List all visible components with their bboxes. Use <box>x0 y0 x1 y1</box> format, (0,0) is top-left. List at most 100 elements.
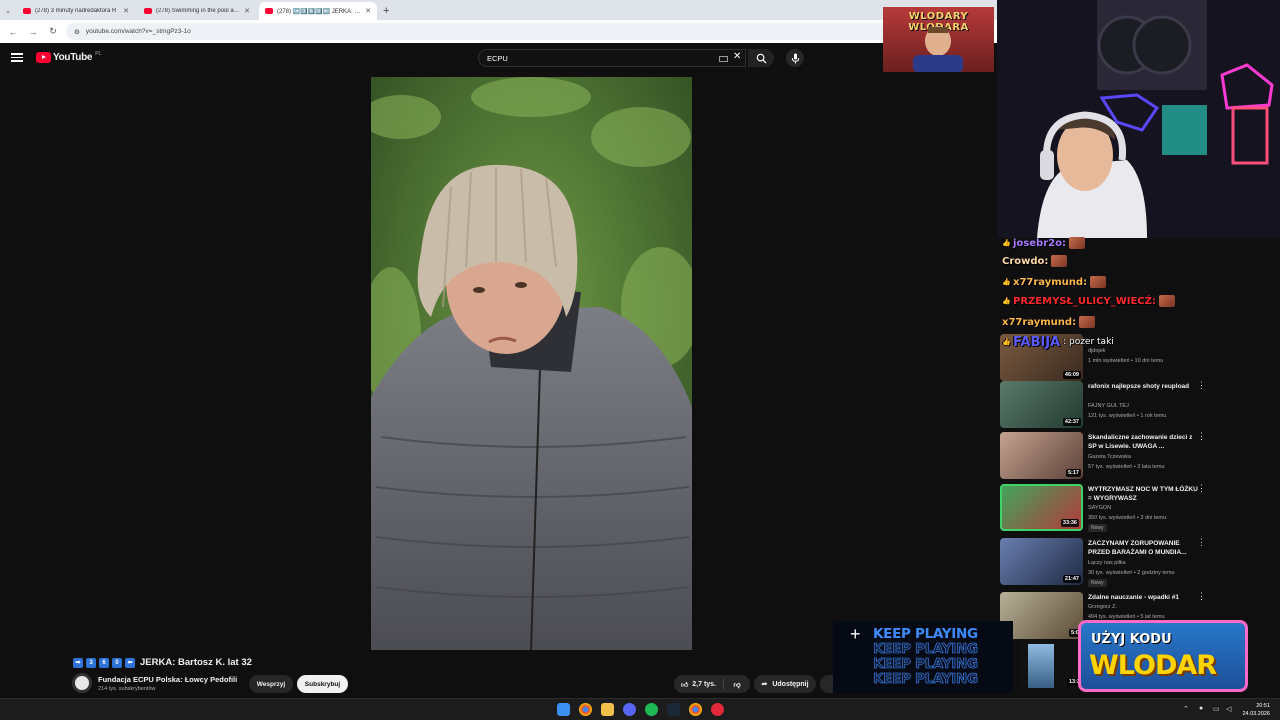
chat-emote <box>1068 237 1085 249</box>
more-options-icon[interactable]: ⋮ <box>1197 381 1206 390</box>
network-icon[interactable]: ▭ <box>1213 705 1220 713</box>
new-tab-icon[interactable]: + <box>383 2 389 20</box>
chat-username: x77raymund: <box>1013 276 1088 288</box>
microphone-tray-icon[interactable]: ● <box>1199 705 1203 712</box>
chat-message-text: : pozer taki <box>1063 337 1114 347</box>
youtube-favicon-icon <box>23 8 31 14</box>
site-info-icon[interactable]: ⚙ <box>74 28 80 36</box>
search-input[interactable]: ECPU <box>478 49 746 67</box>
recommendation-channel[interactable]: Łączy nas piłka <box>1088 560 1126 566</box>
reload-icon[interactable]: ↻ <box>46 26 60 37</box>
recommendation-item[interactable]: 42:37 rafonix najlepsze shoty reupload F… <box>1000 381 1277 431</box>
chrome-profile-icon[interactable] <box>689 703 702 716</box>
keep-playing-text: KEEP PLAYING <box>873 671 979 687</box>
steam-icon[interactable] <box>667 703 680 716</box>
youtube-logo[interactable]: YouTube PL <box>36 51 101 63</box>
support-button[interactable]: Wesprzyj <box>249 675 293 693</box>
video-frame <box>371 77 692 650</box>
browser-tab-title: (278) Swimming in the pool afte <box>156 8 241 14</box>
back-arrow-icon[interactable]: ← <box>6 27 20 37</box>
recommendation-title[interactable]: Skandaliczne zachowanie dzieci z SP w Li… <box>1088 433 1200 451</box>
youtube-wordmark: YouTube <box>53 52 93 63</box>
video-player[interactable] <box>371 77 692 650</box>
digit-keycap: 3 <box>86 657 96 668</box>
browser-tab-title: (278) 3 minuty nadredaktora R <box>35 8 117 14</box>
recommendation-channel[interactable]: Grzegorz Z. <box>1088 604 1117 610</box>
tab-search-icon[interactable]: ⌄ <box>2 2 14 20</box>
close-tab-icon[interactable]: ✕ <box>123 7 129 15</box>
dislike-button[interactable]: 👎︎ <box>724 680 750 689</box>
chat-message: Crowdo: <box>1002 254 1068 268</box>
more-options-icon[interactable]: ⋮ <box>1197 592 1206 601</box>
digit-keycap: 6 <box>99 657 109 668</box>
windows-taskbar: ⌃ ● ▭ ◁ 20:51 24.03.2026 <box>0 698 1280 720</box>
promo-code-label: UŻYJ KODU <box>1091 632 1172 647</box>
like-count: 2,7 tys. <box>692 680 717 688</box>
thumbs-up-badge-icon: 👍 <box>1002 338 1011 346</box>
more-options-icon[interactable]: ⋮ <box>1197 538 1206 547</box>
address-bar-url: youtube.com/watch?v=_stmgPz3-1o <box>85 28 191 35</box>
close-tab-icon[interactable]: ✕ <box>365 7 371 15</box>
forward-arrow-icon[interactable]: → <box>26 27 40 37</box>
chat-username: josebr2o: <box>1013 237 1066 249</box>
like-button[interactable]: 👍︎ 2,7 tys. <box>674 678 724 690</box>
recommendation-title[interactable]: Zdalne nauczanie - wpadki #1 <box>1088 593 1200 602</box>
system-clock[interactable]: 20:51 24.03.2026 <box>1242 702 1270 718</box>
more-options-icon[interactable]: ⋮ <box>1197 484 1206 493</box>
video-title-text: JERKA: Bartosz K. lat 32 <box>140 657 252 668</box>
chat-username: Crowdo: <box>1002 255 1049 267</box>
recommendation-thumbnail[interactable]: 33:36 <box>1000 484 1083 531</box>
hamburger-menu-icon[interactable] <box>11 51 23 63</box>
channel-name[interactable]: Fundacja ECPU Polska: Łowcy Pedofili <box>98 675 237 684</box>
thumbs-up-badge-icon: 👍 <box>1002 278 1011 286</box>
arrow-right-keycap-icon: ➡ <box>73 657 83 668</box>
recommendation-item[interactable]: 21:47 ZACZYNAMY ZGRUPOWANIE PRZED BARAŻA… <box>1000 538 1277 588</box>
like-dislike-bar: 👍︎ 2,7 tys. 👎︎ <box>674 675 750 693</box>
share-button[interactable]: ➦ Udostępnij <box>754 675 816 693</box>
recommendation-item[interactable]: 33:36 WYTRZYMASZ NOC W TYM ŁÓŻKU = WYGRY… <box>1000 484 1277 534</box>
youtube-favicon-icon <box>144 8 152 14</box>
spotify-icon[interactable] <box>645 703 658 716</box>
keyboard-icon[interactable] <box>719 56 728 62</box>
chat-message: 👍 PRZEMYSŁ_ULICY_WIECŹ: <box>1002 294 1175 308</box>
file-explorer-icon[interactable] <box>601 703 614 716</box>
volume-icon[interactable]: ◁ <box>1226 705 1231 713</box>
promo-code-banner: UŻYJ KODU WLODAR <box>1078 620 1248 692</box>
search-button[interactable] <box>748 49 774 67</box>
webcam-frame <box>997 0 1280 238</box>
subscribe-button[interactable]: Subskrybuj <box>297 675 348 693</box>
recommendation-thumbnail[interactable]: 21:47 <box>1000 538 1083 585</box>
discord-icon[interactable] <box>623 703 636 716</box>
new-badge: Nowy <box>1088 524 1107 532</box>
video-duration: 42:37 <box>1062 418 1081 426</box>
plus-icon: + <box>850 624 861 644</box>
recommendation-title[interactable]: ZACZYNAMY ZGRUPOWANIE PRZED BARAŻAMI O M… <box>1088 539 1200 557</box>
recommendation-channel[interactable]: SAYGON <box>1088 505 1111 511</box>
more-options-icon[interactable]: ⋮ <box>1197 432 1206 441</box>
tray-expand-icon[interactable]: ⌃ <box>1183 705 1189 713</box>
recommendation-item[interactable]: 5:17 Skandaliczne zachowanie dzieci z SP… <box>1000 432 1277 482</box>
video-duration: 5:17 <box>1065 469 1081 477</box>
recommendation-thumbnail[interactable]: 5:17 <box>1000 432 1083 479</box>
voice-search-button[interactable] <box>786 49 804 67</box>
chat-message: 👍 FABIJA : pozer taki <box>1002 335 1114 350</box>
close-tab-icon[interactable]: ✕ <box>244 7 250 15</box>
chat-username: PRZEMYSŁ_ULICY_WIECŹ: <box>1013 295 1156 307</box>
share-label: Udostępnij <box>772 680 809 688</box>
recommendation-title[interactable]: WYTRZYMASZ NOC W TYM ŁÓŻKU = WYGRYWASZ <box>1088 485 1200 503</box>
recommendation-channel[interactable]: FAJNY GUL TEJ <box>1088 403 1129 409</box>
recommendation-thumbnail[interactable]: 42:37 <box>1000 381 1083 428</box>
stream-banner-logo: WLODARY WLODARA <box>883 7 994 72</box>
recommendation-channel[interactable]: Gazeta Tczewska <box>1088 454 1131 460</box>
channel-avatar[interactable] <box>72 673 92 693</box>
chrome-icon[interactable] <box>579 703 592 716</box>
browser-tab-2[interactable]: (278) Swimming in the pool afte ✕ <box>138 2 256 20</box>
arrow-left-keycap-icon: ⬅ <box>125 657 135 668</box>
clear-search-icon[interactable]: ✕ <box>733 51 741 62</box>
recommendation-title[interactable]: rafonix najlepsze shoty reupload <box>1088 382 1200 391</box>
browser-tab-1[interactable]: (278) 3 minuty nadredaktora R ✕ <box>17 2 135 20</box>
start-menu-icon[interactable] <box>557 703 570 716</box>
address-bar[interactable]: ⚙ youtube.com/watch?v=_stmgPz3-1o <box>66 23 906 40</box>
browser-tab-3-active[interactable]: (278) ➡️3️⃣6️⃣0️⃣⬅️ JERKA: Barto ✕ <box>259 2 377 20</box>
recording-app-icon[interactable] <box>711 703 724 716</box>
